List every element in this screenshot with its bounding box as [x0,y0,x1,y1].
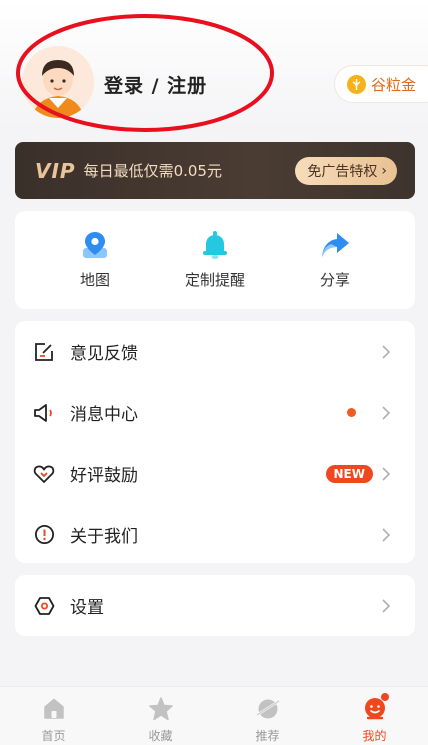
menu-item-label: 消息中心 [70,405,138,425]
coin-icon [347,74,366,94]
edit-box-icon [33,341,55,363]
home-icon [41,696,67,722]
bell-icon [200,230,230,260]
menu-item-label: 好评鼓励 [70,466,138,486]
profile-page: 登录 / 注册 谷粒金 VIP 每日最低仅需0.05元 免广告特权 › 地图 定… [0,0,428,745]
quick-actions: 地图 定制提醒 分享 [15,211,415,309]
vip-banner[interactable]: VIP 每日最低仅需0.05元 免广告特权 › [15,142,415,199]
avatar[interactable] [22,46,94,118]
quick-action-share[interactable]: 分享 [285,230,385,290]
bottom-nav: 首页 收藏 推荐 我的 [0,686,428,745]
nav-tab-mine[interactable]: 我的 [321,687,428,745]
chevron-right-icon [382,598,391,613]
ad-free-privilege-button[interactable]: 免广告特权 › [295,157,397,185]
quick-action-label: 分享 [319,271,350,289]
quick-action-reminder[interactable]: 定制提醒 [165,230,265,290]
chevron-right-icon: › [381,163,387,179]
ad-free-label: 免广告特权 [307,164,378,180]
menu-item-settings[interactable]: 设置 [15,575,415,636]
nav-label: 推荐 [255,729,280,743]
star-icon [148,696,174,722]
settings-card: 设置 [15,575,415,636]
coin-button[interactable]: 谷粒金 [334,65,428,103]
menu-item-label: 意见反馈 [70,344,138,364]
menu-item-messages[interactable]: 消息中心 [15,382,415,443]
quick-action-label: 定制提醒 [184,271,245,289]
nav-label: 我的 [362,729,387,743]
menu-item-label: 关于我们 [70,527,138,547]
coin-label: 谷粒金 [371,75,417,94]
quick-action-label: 地图 [79,271,110,289]
nav-tab-favorites[interactable]: 收藏 [107,687,214,745]
info-circle-icon [33,524,55,546]
map-pin-icon [80,230,110,260]
vip-logo: VIP [35,158,76,183]
menu-item-rate[interactable]: 好评鼓励 NEW [15,443,415,504]
menu-item-about[interactable]: 关于我们 [15,504,415,565]
nav-tab-home[interactable]: 首页 [0,687,107,745]
chevron-right-icon [382,344,391,359]
profile-header: 登录 / 注册 谷粒金 [0,0,428,140]
unread-dot [347,408,356,417]
avatar-illustration [22,46,94,118]
nav-label: 收藏 [148,729,173,743]
chevron-right-icon [382,405,391,420]
login-register-link[interactable]: 登录 / 注册 [104,71,207,98]
nav-label: 首页 [41,729,66,743]
quick-action-map[interactable]: 地图 [45,230,145,290]
speaker-icon [33,402,55,424]
chevron-right-icon [382,527,391,542]
menu-item-label: 设置 [70,598,104,618]
menu-card: 意见反馈 消息中心 好评鼓励 NEW 关于我们 [15,321,415,563]
nav-tab-recommend[interactable]: 推荐 [214,687,321,745]
planet-icon [255,696,281,722]
hexagon-settings-icon [33,595,55,617]
vip-description: 每日最低仅需0.05元 [83,162,222,180]
heart-outline-icon [33,463,55,485]
new-badge: NEW [325,464,373,483]
chevron-right-icon [382,466,391,481]
menu-item-feedback[interactable]: 意见反馈 [15,321,415,382]
notification-dot [381,693,389,701]
share-arrow-icon [320,230,350,260]
